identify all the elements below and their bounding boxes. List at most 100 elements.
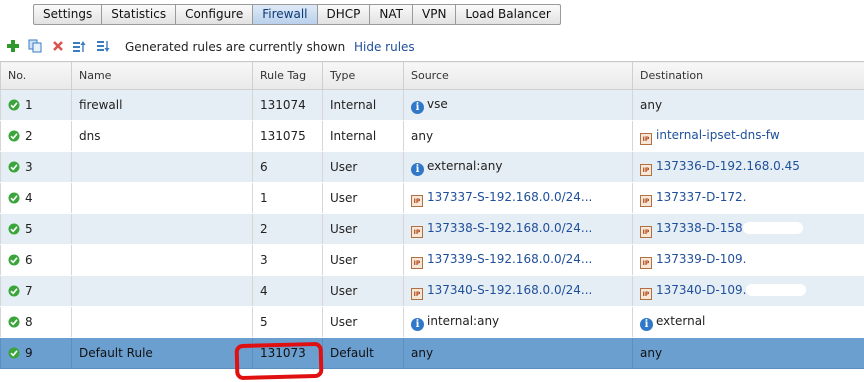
cell-source: i vse — [403, 89, 633, 121]
tab-vpn[interactable]: VPN — [412, 4, 456, 25]
cell-type: User — [322, 182, 404, 214]
tab-load-balancer[interactable]: Load Balancer — [455, 4, 561, 25]
cell-no-text: 4 — [25, 191, 33, 205]
col-header-no[interactable]: No. — [0, 61, 72, 90]
cell-rule-tag-text: 2 — [260, 222, 268, 236]
cell-name-text: dns — [79, 129, 101, 143]
cell-rule-tag-text: 1 — [260, 191, 268, 205]
enabled-check-icon[interactable] — [8, 99, 20, 111]
cell-destination-text[interactable]: 137340-D-109. — [656, 283, 746, 297]
cell-type-text: User — [330, 315, 358, 329]
table-header-row: No. Name Rule Tag Type Source Destinatio… — [0, 61, 864, 90]
cell-source: i internal:any — [403, 306, 633, 338]
tab-nat[interactable]: NAT — [369, 4, 412, 25]
table-row[interactable]: 8 5 User i internal:any i external — [0, 306, 864, 338]
toolbar: Generated rules are currently shown Hide… — [0, 36, 864, 58]
cell-destination-text: any — [640, 346, 663, 360]
hide-rules-link[interactable]: Hide rules — [354, 40, 415, 54]
redaction-mark — [746, 283, 807, 296]
tab-settings[interactable]: Settings — [33, 4, 102, 25]
table-row[interactable]: 6 3 User IP 137339-S-192.168.0.0/24... IP 1373… — [0, 244, 864, 276]
cell-source-text[interactable]: 137338-S-192.168.0.0/24... — [427, 221, 592, 235]
table-row[interactable]: 4 1 User IP 137337-S-192.168.0.0/24... IP 1373… — [0, 182, 864, 214]
cell-source-text[interactable]: 137340-S-192.168.0.0/24... — [427, 283, 592, 297]
cell-name: Default Rule — [71, 337, 253, 369]
cell-source: any — [403, 120, 633, 152]
redaction-mark — [746, 252, 807, 265]
table-row[interactable]: 2 dns 131075 Internal any IP internal-ipset-dn… — [0, 120, 864, 152]
cell-source-text: external:any — [427, 158, 503, 173]
tab-statistics[interactable]: Statistics — [101, 4, 176, 25]
cell-destination: i external — [632, 306, 864, 338]
cell-no: 8 — [0, 306, 72, 338]
cell-destination: IP internal-ipset-dns-fw — [632, 120, 864, 152]
cell-source: IP 137337-S-192.168.0.0/24... — [403, 182, 633, 214]
cell-rule-tag: 5 — [252, 306, 323, 338]
table-row[interactable]: 9 Default Rule 131073 Default any any — [0, 337, 864, 369]
enabled-check-icon[interactable] — [8, 223, 20, 235]
table-row[interactable]: 3 6 User i external:any IP 137336-D-192.168.0.… — [0, 151, 864, 183]
move-up-icon[interactable] — [72, 39, 86, 53]
delete-icon[interactable] — [51, 39, 65, 53]
cell-name — [71, 151, 253, 183]
tab-dhcp[interactable]: DHCP — [316, 4, 370, 25]
enabled-check-icon[interactable] — [8, 347, 20, 359]
cell-source-text[interactable]: 137339-S-192.168.0.0/24... — [427, 252, 592, 266]
cell-source: IP 137339-S-192.168.0.0/24... — [403, 244, 633, 276]
copy-icon[interactable] — [28, 39, 42, 53]
cell-type-text: Internal — [330, 129, 377, 143]
cell-destination-text[interactable]: internal-ipset-dns-fw — [656, 128, 780, 142]
table-row[interactable]: 5 2 User IP 137338-S-192.168.0.0/24... IP 1373… — [0, 213, 864, 245]
col-header-rule-tag[interactable]: Rule Tag — [252, 61, 323, 90]
enabled-check-icon[interactable] — [8, 192, 20, 204]
cell-source: IP 137340-S-192.168.0.0/24... — [403, 275, 633, 307]
cell-destination-text: any — [640, 98, 663, 112]
cell-destination-text[interactable]: 137339-D-109. — [656, 252, 746, 266]
enabled-check-icon[interactable] — [8, 254, 20, 266]
cell-destination-text[interactable]: 137338-D-158 — [656, 221, 743, 235]
tab-firewall[interactable]: Firewall — [252, 4, 317, 25]
ipset-icon: IP — [640, 287, 652, 300]
tab-configure[interactable]: Configure — [175, 4, 253, 25]
ipset-icon: IP — [640, 132, 652, 145]
cell-rule-tag-text: 4 — [260, 284, 268, 298]
cell-no: 4 — [0, 182, 72, 214]
cell-no-text: 7 — [25, 284, 33, 298]
ipset-icon: IP — [411, 225, 423, 238]
cell-type: User — [322, 275, 404, 307]
cell-no-text: 6 — [25, 253, 33, 267]
cell-destination-text[interactable]: 137336-D-192.168.0.45 — [656, 159, 800, 173]
info-icon: i — [411, 162, 424, 176]
enabled-check-icon[interactable] — [8, 316, 20, 328]
cell-source: IP 137338-S-192.168.0.0/24... — [403, 213, 633, 245]
col-header-source[interactable]: Source — [403, 61, 633, 90]
ipset-icon: IP — [640, 256, 652, 269]
cell-rule-tag: 131074 — [252, 89, 323, 121]
cell-type: User — [322, 213, 404, 245]
col-header-destination[interactable]: Destination — [632, 61, 864, 90]
add-icon[interactable] — [6, 39, 20, 53]
cell-no-text: 9 — [25, 346, 33, 360]
col-header-type[interactable]: Type — [322, 61, 404, 90]
cell-destination: IP 137336-D-192.168.0.45 — [632, 151, 864, 183]
enabled-check-icon[interactable] — [8, 161, 20, 173]
cell-no: 3 — [0, 151, 72, 183]
rules-status-text: Generated rules are currently shown — [125, 40, 346, 54]
table-row[interactable]: 1 firewall 131074 Internal i vse any — [0, 89, 864, 121]
cell-source-text[interactable]: 137337-S-192.168.0.0/24... — [427, 190, 592, 204]
cell-destination-text[interactable]: 137337-D-172. — [656, 190, 746, 204]
info-icon: i — [411, 317, 424, 331]
move-down-icon[interactable] — [96, 39, 110, 53]
table-row[interactable]: 7 4 User IP 137340-S-192.168.0.0/24... IP 1373… — [0, 275, 864, 307]
cell-name — [71, 213, 253, 245]
col-header-name[interactable]: Name — [71, 61, 253, 90]
firewall-rules-table: No. Name Rule Tag Type Source Destinatio… — [0, 61, 864, 369]
cell-type: Internal — [322, 89, 404, 121]
cell-rule-tag: 1 — [252, 182, 323, 214]
cell-destination: IP 137338-D-158 — [632, 213, 864, 245]
enabled-check-icon[interactable] — [8, 130, 20, 142]
enabled-check-icon[interactable] — [8, 285, 20, 297]
cell-no-text: 3 — [25, 160, 33, 174]
cell-type: Default — [322, 337, 404, 369]
cell-no-text: 2 — [25, 129, 33, 143]
